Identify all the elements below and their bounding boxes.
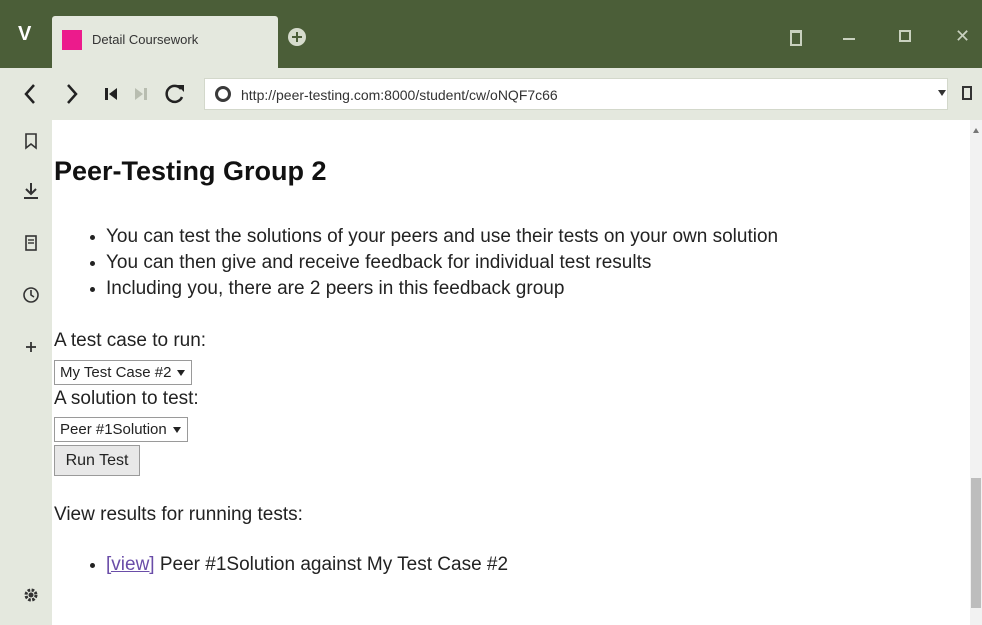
- url-text[interactable]: http://peer-testing.com:8000/student/cw/…: [241, 87, 558, 103]
- view-result-link[interactable]: [view]: [106, 554, 155, 575]
- result-item: [view] Peer #1Solution against My Test C…: [88, 552, 508, 578]
- bookmark-icon[interactable]: [962, 86, 972, 100]
- tab-title: Detail Coursework: [92, 32, 199, 47]
- notes-panel-icon[interactable]: [22, 234, 40, 252]
- url-bar[interactable]: http://peer-testing.com:8000/student/cw/…: [204, 78, 948, 110]
- solution-select[interactable]: Peer #1Solution: [54, 417, 188, 442]
- scrollbar-thumb[interactable]: [971, 478, 981, 608]
- reload-icon[interactable]: [164, 82, 186, 106]
- test-case-label: A test case to run:: [54, 330, 207, 351]
- page-title: Peer-Testing Group 2: [54, 156, 327, 186]
- vivaldi-logo-icon[interactable]: V: [18, 22, 40, 46]
- browser-window: V Detail Coursework ✕ http://peer-testin…: [0, 0, 982, 625]
- minimize-icon[interactable]: [843, 38, 855, 40]
- favicon-icon: [62, 30, 82, 50]
- run-test-button[interactable]: Run Test: [54, 445, 140, 476]
- tab-detail-coursework[interactable]: Detail Coursework: [52, 16, 278, 68]
- result-description: Peer #1Solution against My Test Case #2: [154, 554, 509, 575]
- fast-forward-icon: [134, 82, 148, 106]
- maximize-icon[interactable]: [899, 30, 911, 42]
- info-item: You can then give and receive feedback f…: [88, 250, 778, 276]
- trash-icon[interactable]: [790, 30, 802, 46]
- downloads-panel-icon[interactable]: [22, 182, 40, 200]
- info-list: You can test the solutions of your peers…: [88, 224, 778, 302]
- page-content: Peer-Testing Group 2 You can test the so…: [52, 120, 970, 625]
- settings-gear-icon[interactable]: [22, 586, 40, 604]
- forward-icon[interactable]: [64, 82, 80, 106]
- title-bar: V Detail Coursework ✕: [0, 0, 982, 68]
- side-panel: [0, 120, 52, 625]
- bookmarks-panel-icon[interactable]: [22, 132, 40, 150]
- info-item: You can test the solutions of your peers…: [88, 224, 778, 250]
- test-case-select[interactable]: My Test Case #2: [54, 360, 193, 385]
- new-tab-icon[interactable]: [288, 28, 306, 46]
- site-info-icon[interactable]: [215, 86, 231, 102]
- address-toolbar: http://peer-testing.com:8000/student/cw/…: [0, 68, 982, 120]
- url-dropdown-icon[interactable]: [938, 90, 946, 96]
- add-panel-icon[interactable]: [22, 338, 40, 356]
- rewind-icon[interactable]: [104, 82, 118, 106]
- solution-label: A solution to test:: [54, 388, 199, 409]
- close-icon[interactable]: ✕: [955, 26, 973, 46]
- back-icon[interactable]: [22, 82, 38, 106]
- vertical-scrollbar[interactable]: [970, 120, 982, 625]
- results-label: View results for running tests:: [54, 504, 303, 525]
- info-item: Including you, there are 2 peers in this…: [88, 276, 778, 302]
- scroll-up-icon[interactable]: [973, 128, 979, 133]
- results-list: [view] Peer #1Solution against My Test C…: [88, 552, 508, 578]
- history-panel-icon[interactable]: [22, 286, 40, 304]
